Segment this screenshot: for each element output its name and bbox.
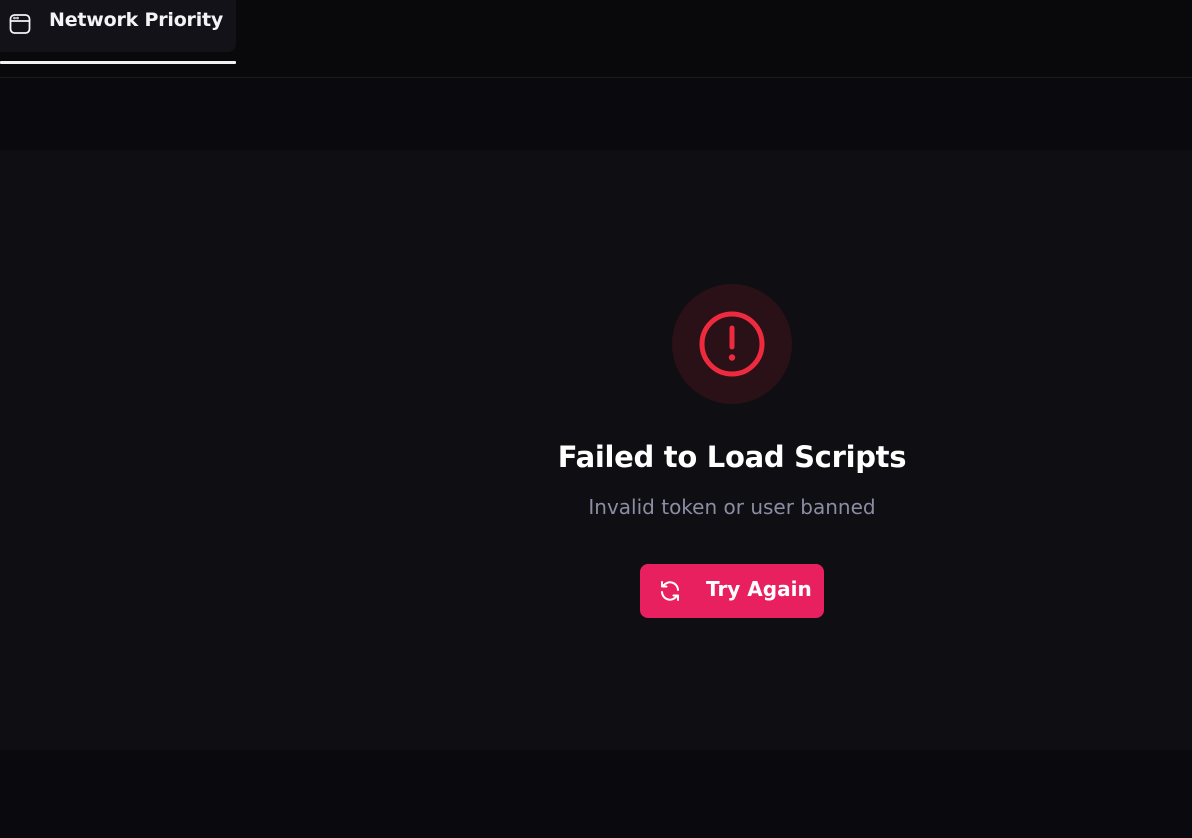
error-message: Invalid token or user banned <box>588 495 876 519</box>
try-again-button[interactable]: Try Again <box>640 564 824 618</box>
try-again-label: Try Again <box>706 577 812 601</box>
alert-circle-icon <box>699 311 765 377</box>
active-tab-indicator <box>0 61 236 64</box>
tab-network-priority[interactable]: Network Priority <box>0 0 236 52</box>
tab-label: Network Priority <box>49 9 224 31</box>
top-tab-bar: Network Priority <box>0 0 1192 78</box>
browser-window-icon <box>8 12 32 36</box>
error-title: Failed to Load Scripts <box>557 440 907 474</box>
error-icon-container <box>672 284 792 404</box>
refresh-icon <box>658 579 682 603</box>
